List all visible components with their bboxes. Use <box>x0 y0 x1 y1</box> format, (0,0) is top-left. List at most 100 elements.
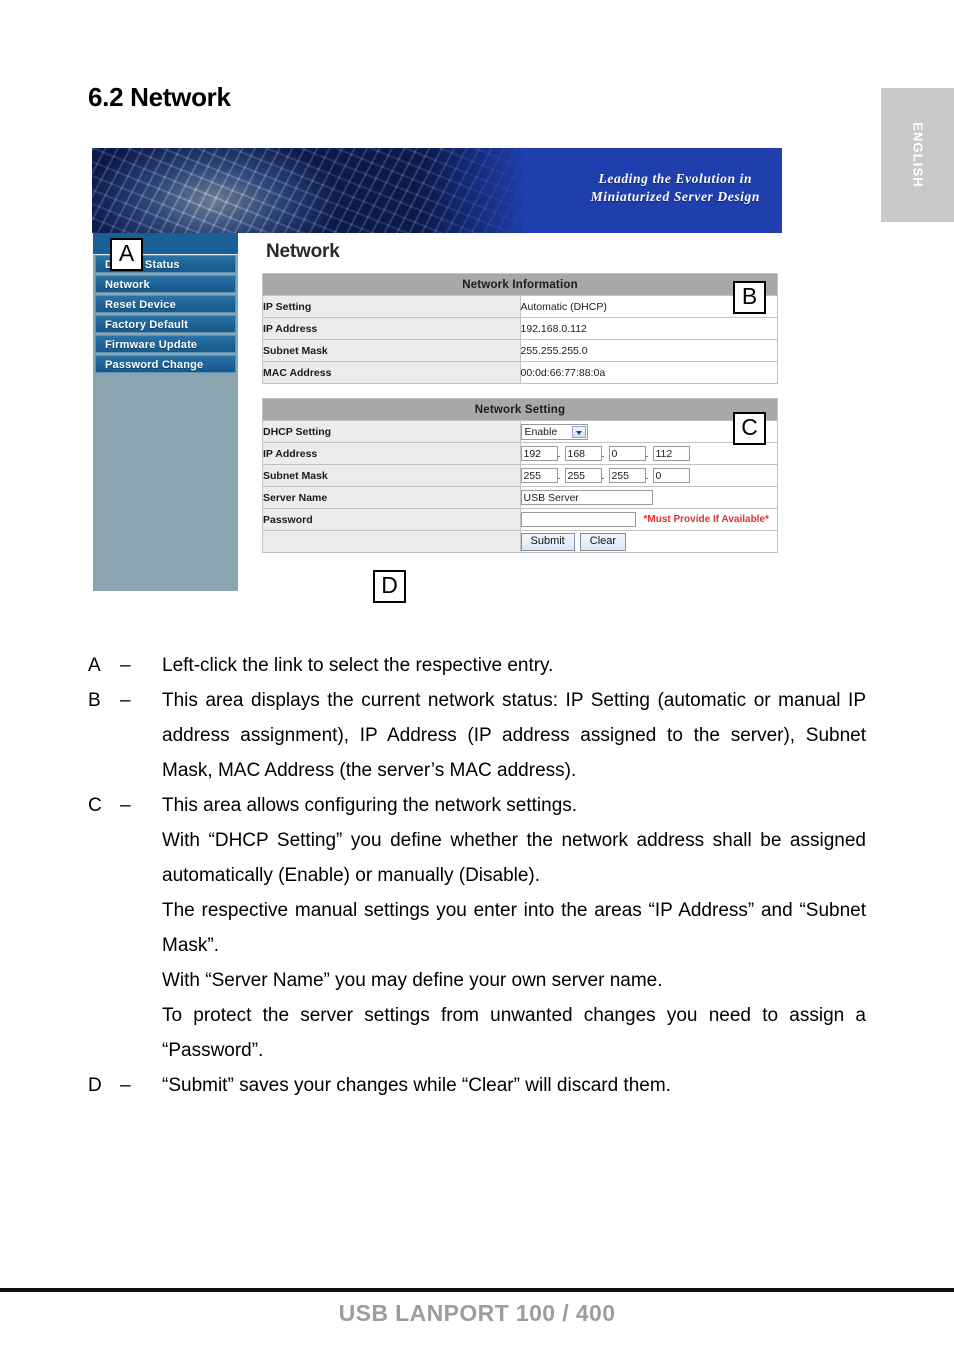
callout-marker-d: D <box>373 570 406 603</box>
banner-tagline-line1: Leading the Evolution in <box>598 171 753 186</box>
legend-item-a: A – Left-click the link to select the re… <box>88 648 866 683</box>
server-name-input[interactable]: USB Server <box>520 490 653 505</box>
subnet-mask-setting-field: 255. 255. 255. 0 <box>519 464 778 487</box>
table-actions-row: Submit Clear <box>262 530 778 553</box>
legend-dash-d: – <box>120 1075 131 1096</box>
legend-item-d: D – “Submit” saves your changes while “C… <box>88 1068 866 1103</box>
legend-item-b: B – This area displays the current netwo… <box>88 683 866 788</box>
callout-marker-b: B <box>733 281 766 314</box>
legend-text-d: “Submit” saves your changes while “Clear… <box>162 1068 866 1103</box>
mask-octet-3-input[interactable]: 255 <box>608 468 646 483</box>
ip-octet-2-input[interactable]: 168 <box>564 446 602 461</box>
ip-address-value: 192.168.0.112 <box>519 317 778 340</box>
password-field: *Must Provide If Available* <box>519 508 778 531</box>
legend-paragraph: This area allows configuring the network… <box>162 795 578 816</box>
legend-dash-c: – <box>120 795 131 816</box>
server-name-field: USB Server <box>519 486 778 509</box>
ip-address-setting-label: IP Address <box>262 442 521 465</box>
legend-text-c: This area allows configuring the network… <box>162 788 866 1068</box>
content-title: Network <box>266 241 340 262</box>
mask-dot-3: . <box>645 469 649 482</box>
network-setting-table: Network Setting DHCP Setting Enable IP A… <box>262 398 778 553</box>
mask-dot-2: . <box>601 469 605 482</box>
ip-octet-4-input[interactable]: 112 <box>652 446 690 461</box>
table-row: Server Name USB Server <box>262 486 778 509</box>
legend-list: A – Left-click the link to select the re… <box>88 648 866 1103</box>
mask-octet-4-input[interactable]: 0 <box>652 468 690 483</box>
legend-letter-a: A <box>88 655 101 676</box>
table-header-row: Network Setting <box>262 398 778 421</box>
screenshot-figure: Leading the Evolution in Miniaturized Se… <box>92 148 782 605</box>
table-row: IP Setting Automatic (DHCP) <box>262 295 778 318</box>
callout-marker-c: C <box>733 412 766 445</box>
actions-cell: Submit Clear <box>519 530 778 553</box>
language-tab: ENGLISH <box>881 88 954 222</box>
table-row: Subnet Mask 255.255.255.0 <box>262 339 778 362</box>
legend-letter-b: B <box>88 690 101 711</box>
legend-paragraph: This area displays the current network s… <box>162 690 866 781</box>
mask-dot-1: . <box>557 469 561 482</box>
password-hint: *Must Provide If Available* <box>643 514 769 525</box>
sidebar-item-firmware-update[interactable]: Firmware Update <box>95 335 236 353</box>
subnet-mask-value: 255.255.255.0 <box>519 339 778 362</box>
network-information-header: Network Information <box>262 273 778 296</box>
legend-paragraph: With “Server Name” you may define your o… <box>162 970 663 991</box>
ip-address-label: IP Address <box>262 317 521 340</box>
footer-divider <box>0 1288 954 1292</box>
legend-item-c: C – This area allows configuring the net… <box>88 788 866 1068</box>
actions-spacer-cell <box>262 530 521 553</box>
mask-octet-2-input[interactable]: 255 <box>564 468 602 483</box>
dhcp-setting-selected-value: Enable <box>524 425 558 438</box>
table-row: DHCP Setting Enable <box>262 420 778 443</box>
product-banner: Leading the Evolution in Miniaturized Se… <box>92 148 782 233</box>
callout-marker-a: A <box>110 238 143 271</box>
dhcp-setting-label: DHCP Setting <box>262 420 521 443</box>
mac-address-label: MAC Address <box>262 361 521 384</box>
mask-octet-1-input[interactable]: 255 <box>520 468 558 483</box>
server-name-label: Server Name <box>262 486 521 509</box>
password-input[interactable] <box>520 512 636 527</box>
chevron-down-icon[interactable] <box>571 425 586 438</box>
table-row: IP Address 192.168.0.112 <box>262 317 778 340</box>
content-area: Network Network Information IP Setting A… <box>262 233 780 553</box>
legend-paragraph: The respective manual settings you enter… <box>162 900 866 956</box>
subnet-mask-label: Subnet Mask <box>262 339 521 362</box>
ip-dot-1: . <box>557 447 561 460</box>
legend-paragraph: “Submit” saves your changes while “Clear… <box>162 1075 671 1096</box>
sidebar-item-reset-device[interactable]: Reset Device <box>95 295 236 313</box>
table-row: IP Address 192.168.0.112 <box>262 442 778 465</box>
ip-setting-label: IP Setting <box>262 295 521 318</box>
legend-paragraph: To protect the server settings from unwa… <box>162 1005 866 1061</box>
language-tab-label: ENGLISH <box>910 122 925 188</box>
footer-title: USB LANPORT 100 / 400 <box>338 1300 616 1326</box>
legend-letter-d: D <box>88 1075 102 1096</box>
ip-address-setting-field: 192. 168. 0. 112 <box>519 442 778 465</box>
network-setting-header: Network Setting <box>262 398 778 421</box>
network-information-table: Network Information IP Setting Automatic… <box>262 273 778 384</box>
table-row: Password *Must Provide If Available* <box>262 508 778 531</box>
submit-button[interactable]: Submit <box>520 532 575 551</box>
dhcp-setting-select[interactable]: Enable <box>520 423 588 440</box>
banner-tagline-line2: Miniaturized Server Design <box>590 189 760 204</box>
sidebar-item-network[interactable]: Network <box>95 275 236 293</box>
legend-text-a: Left-click the link to select the respec… <box>162 648 866 683</box>
legend-paragraph: With “DHCP Setting” you define whether t… <box>162 830 866 886</box>
clear-button[interactable]: Clear <box>579 532 627 551</box>
ip-dot-2: . <box>601 447 605 460</box>
table-header-row: Network Information <box>262 273 778 296</box>
ip-octet-1-input[interactable]: 192 <box>520 446 558 461</box>
legend-paragraph: Left-click the link to select the respec… <box>162 655 554 676</box>
page-title: 6.2 Network <box>88 82 231 112</box>
legend-dash-b: – <box>120 690 131 711</box>
sidebar-item-password-change[interactable]: Password Change <box>95 355 236 373</box>
ui-body: Device Status Network Reset Device Facto… <box>92 233 782 605</box>
banner-artwork <box>92 148 562 233</box>
ip-octet-3-input[interactable]: 0 <box>608 446 646 461</box>
table-row: Subnet Mask 255.255.255.0 <box>262 464 778 487</box>
sidebar-item-factory-default[interactable]: Factory Default <box>95 315 236 333</box>
password-label: Password <box>262 508 521 531</box>
table-row: MAC Address 00:0d:66:77:88:0a <box>262 361 778 384</box>
mac-address-value: 00:0d:66:77:88:0a <box>519 361 778 384</box>
ip-dot-3: . <box>645 447 649 460</box>
legend-text-b: This area displays the current network s… <box>162 683 866 788</box>
